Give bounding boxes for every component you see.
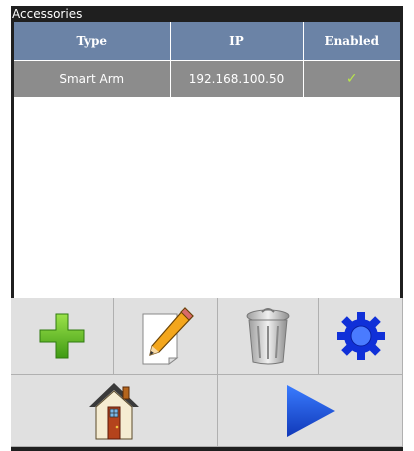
add-icon — [39, 313, 85, 359]
settings-icon — [336, 312, 385, 360]
trash-icon — [246, 308, 290, 365]
delete-button[interactable] — [218, 298, 319, 375]
checkmark-icon: ✓ — [345, 71, 358, 87]
home-button[interactable] — [11, 375, 218, 447]
bottom-border — [11, 447, 403, 451]
play-button[interactable] — [218, 375, 403, 447]
cell-ip[interactable]: 192.168.100.50 — [170, 60, 304, 97]
edit-icon — [142, 307, 194, 365]
header-enabled[interactable]: Enabled — [303, 22, 400, 61]
cell-enabled[interactable]: ✓ — [303, 60, 400, 97]
settings-button[interactable] — [319, 298, 403, 375]
accessories-table: Type IP Enabled Smart Arm 192.168.100.50… — [14, 22, 400, 97]
cell-type[interactable]: Smart Arm — [14, 60, 171, 97]
table-header-row: Type IP Enabled — [14, 22, 400, 61]
table-row[interactable]: Smart Arm 192.168.100.50 ✓ — [14, 60, 400, 97]
home-icon — [89, 382, 139, 439]
window-title: Accessories — [12, 7, 83, 21]
header-ip[interactable]: IP — [170, 22, 304, 61]
add-button[interactable] — [11, 298, 114, 375]
play-icon — [287, 384, 335, 437]
header-type[interactable]: Type — [14, 22, 171, 61]
accessories-table-panel: Type IP Enabled Smart Arm 192.168.100.50… — [14, 22, 400, 300]
edit-button[interactable] — [114, 298, 218, 375]
